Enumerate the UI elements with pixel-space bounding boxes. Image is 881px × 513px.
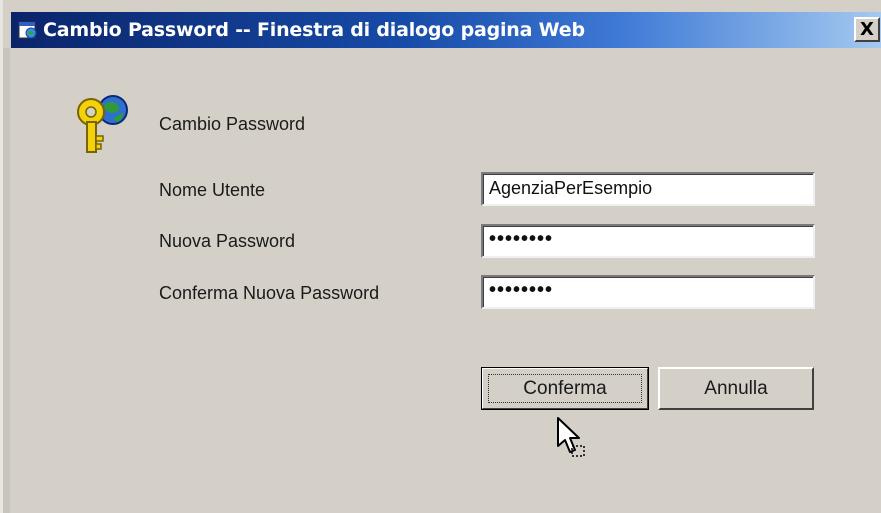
mouse-pointer-icon <box>557 417 585 457</box>
cancel-button[interactable]: Annulla <box>658 367 814 410</box>
key-globe-icon <box>77 95 128 153</box>
dialog-window: Cambio Password -- Finestra di dialogo p… <box>0 0 881 513</box>
new-password-field[interactable]: •••••••• <box>481 224 815 258</box>
confirm-password-label: Conferma Nuova Password <box>159 283 380 303</box>
focus-rectangle <box>488 374 642 403</box>
window-title: Cambio Password -- Finestra di dialogo p… <box>43 19 585 41</box>
confirm-button[interactable]: Conferma <box>481 367 649 410</box>
cancel-button-label: Annulla <box>704 377 768 399</box>
close-icon: X <box>860 19 874 40</box>
close-button[interactable]: X <box>854 17 880 42</box>
web-dialog-icon <box>18 21 37 39</box>
dialog-header: Cambio Password <box>159 114 306 134</box>
confirm-password-field[interactable]: •••••••• <box>481 275 815 309</box>
username-label: Nome Utente <box>159 180 266 200</box>
new-password-label: Nuova Password <box>159 231 296 251</box>
title-bar[interactable]: Cambio Password -- Finestra di dialogo p… <box>11 12 881 48</box>
window-left-edge <box>3 48 10 513</box>
username-field[interactable]: AgenziaPerEsempio <box>481 172 815 206</box>
